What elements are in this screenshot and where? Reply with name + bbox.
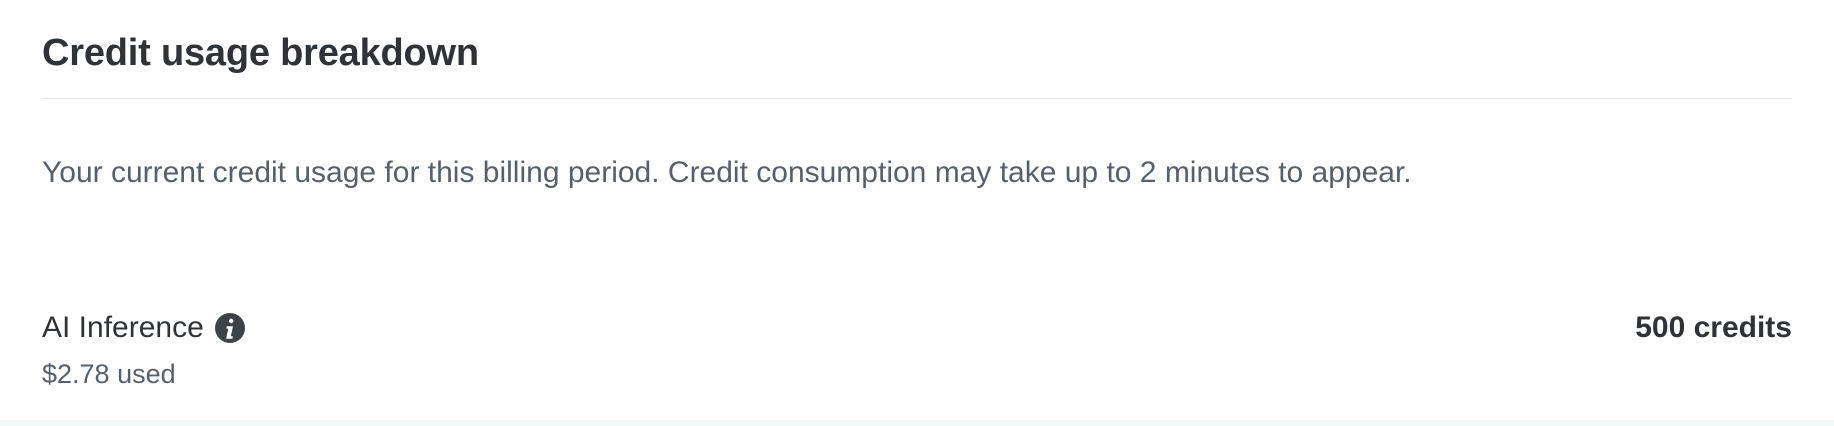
info-icon[interactable] <box>214 312 246 344</box>
usage-credits: 500 credits <box>1635 311 1792 344</box>
usage-used: $2.78 used <box>42 359 176 389</box>
section-title: Credit usage breakdown <box>42 32 479 74</box>
section-divider <box>42 98 1792 99</box>
usage-name: AI Inference <box>42 311 204 344</box>
usage-row-ai-inference: AI Inference $2.78 used 500 credits <box>42 300 1792 400</box>
usage-name-group: AI Inference <box>42 308 246 348</box>
section-description: Your current credit usage for this billi… <box>42 156 1412 189</box>
bottom-band <box>0 420 1834 426</box>
